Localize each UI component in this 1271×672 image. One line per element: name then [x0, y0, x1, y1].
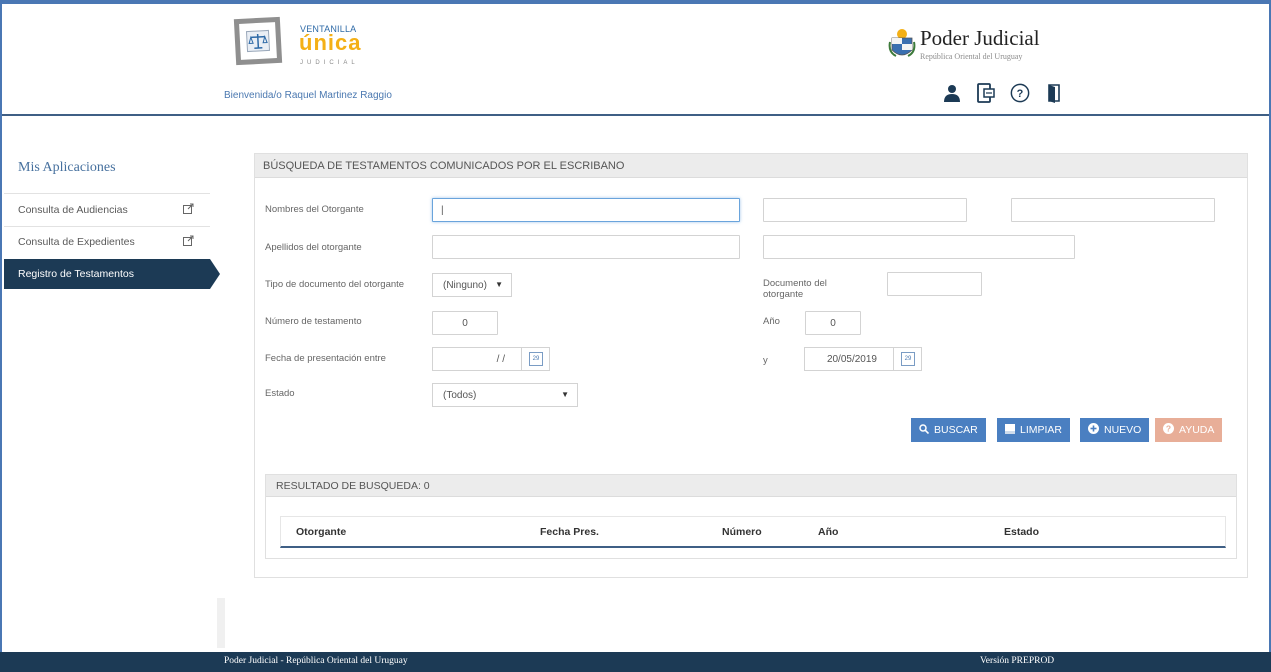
footer: Poder Judicial - República Oriental del …: [0, 652, 1271, 672]
footer-left-text: Poder Judicial - República Oriental del …: [224, 656, 408, 666]
nombres-input-3[interactable]: [1011, 198, 1215, 222]
logo-text-judicial: JUDICIAL: [300, 60, 359, 66]
poder-judicial-title: Poder Judicial: [920, 26, 1040, 50]
apellido-2-input[interactable]: [763, 235, 1075, 259]
external-link-icon: [183, 235, 194, 249]
search-icon: [919, 423, 930, 437]
ayuda-button[interactable]: ? AYUDA: [1155, 418, 1223, 442]
chevron-down-icon: ▼: [495, 280, 503, 289]
apellidos-label: Apellidos del otorgante: [265, 242, 362, 253]
documento-input[interactable]: [887, 272, 982, 296]
chevron-down-icon: ▼: [561, 390, 569, 399]
limpiar-label: LIMPIAR: [1020, 424, 1063, 436]
sidebar-divider: [4, 193, 210, 194]
header-icons: ?: [942, 82, 1064, 104]
column-header-fecha[interactable]: Fecha Pres.: [540, 526, 599, 538]
welcome-text: Bienvenida/o Raquel Martinez Raggio: [224, 90, 392, 101]
sidebar-title: Mis Aplicaciones: [18, 160, 116, 175]
column-header-numero[interactable]: Número: [722, 526, 762, 538]
fecha-hasta-input[interactable]: 20/05/2019 29: [804, 347, 922, 371]
tipo-documento-select[interactable]: (Ninguno) ▼: [432, 273, 512, 297]
numero-testamento-label: Número de testamento: [265, 316, 362, 327]
help-circle-icon: ?: [1163, 423, 1174, 437]
fecha-presentacion-label: Fecha de presentación entre: [265, 353, 386, 364]
fecha-desde-value: / /: [496, 353, 505, 365]
column-header-anio[interactable]: Año: [818, 526, 838, 538]
external-link-icon: [183, 203, 194, 217]
documento-label-line2: otorgante: [763, 289, 804, 300]
sidebar-item-label: Consulta de Expedientes: [18, 236, 135, 248]
nombres-label: Nombres del Otorgante: [265, 204, 364, 215]
nuevo-button[interactable]: NUEVO: [1080, 418, 1150, 442]
column-header-otorgante[interactable]: Otorgante: [296, 526, 346, 538]
sidebar-item-registro-testamentos[interactable]: Registro de Testamentos: [4, 259, 220, 289]
user-icon[interactable]: [942, 82, 962, 104]
logout-icon[interactable]: [1044, 82, 1064, 104]
results-title: RESULTADO DE BUSQUEDA: 0: [266, 475, 1236, 497]
y-label: y: [763, 355, 768, 366]
help-icon[interactable]: ?: [1010, 82, 1030, 104]
search-panel-title: BÚSQUEDA DE TESTAMENTOS COMUNICADOS POR …: [255, 154, 1247, 178]
fecha-desde-input[interactable]: / / 29: [432, 347, 550, 371]
search-panel: BÚSQUEDA DE TESTAMENTOS COMUNICADOS POR …: [254, 153, 1248, 578]
sidebar-item-label: Registro de Testamentos: [18, 268, 134, 280]
ayuda-label: AYUDA: [1179, 424, 1215, 436]
nombres-input-2[interactable]: [763, 198, 967, 222]
poder-judicial-subtitle: República Oriental del Uruguay: [920, 52, 1023, 61]
results-table: Otorgante Fecha Pres. Número Año Estado: [280, 516, 1226, 548]
sidebar-item-label: Consulta de Audiencias: [18, 204, 128, 216]
estado-label: Estado: [265, 388, 295, 399]
svg-text:?: ?: [1017, 88, 1024, 100]
apellido-1-input[interactable]: [432, 235, 740, 259]
header: VENTANILLA única JUDICIAL Bienvenida/o R…: [2, 4, 1269, 116]
estado-value: (Todos): [443, 389, 477, 401]
fecha-hasta-value: 20/05/2019: [826, 353, 877, 365]
sidebar-strip: [217, 598, 225, 648]
calendar-button[interactable]: 29: [521, 347, 549, 371]
buscar-label: BUSCAR: [934, 424, 978, 436]
buscar-button[interactable]: BUSCAR: [911, 418, 986, 442]
results-panel: RESULTADO DE BUSQUEDA: 0 Otorgante Fecha…: [265, 474, 1237, 559]
documento-label-line1: Documento del: [763, 278, 827, 289]
numero-testamento-input[interactable]: [432, 311, 498, 335]
poder-judicial-seal-icon: [888, 28, 916, 60]
sidebar-item-consulta-expedientes[interactable]: Consulta de Expedientes: [4, 227, 210, 257]
mobile-icon[interactable]: [976, 82, 996, 104]
documento-label: Documento del otorgante: [763, 278, 827, 300]
column-header-estado[interactable]: Estado: [1004, 526, 1039, 538]
plus-circle-icon: [1088, 423, 1099, 437]
nuevo-label: NUEVO: [1104, 424, 1142, 436]
calendar-icon: 29: [901, 352, 915, 366]
anio-label: Año: [763, 316, 780, 327]
estado-select[interactable]: (Todos) ▼: [432, 383, 578, 407]
ventanilla-logo-icon: [233, 16, 283, 66]
logo-text-unica: única: [299, 30, 362, 55]
nombres-input-1[interactable]: [432, 198, 740, 222]
limpiar-button[interactable]: LIMPIAR: [997, 418, 1071, 442]
sidebar-item-consulta-audiencias[interactable]: Consulta de Audiencias: [4, 195, 210, 225]
anio-input[interactable]: [805, 311, 861, 335]
footer-version: Versión PREPROD: [980, 656, 1055, 666]
svg-text:?: ?: [1166, 424, 1171, 434]
eraser-icon: [1005, 423, 1015, 437]
calendar-icon: 29: [529, 352, 543, 366]
calendar-button[interactable]: 29: [893, 347, 921, 371]
tipo-documento-label: Tipo de documento del otorgante: [265, 279, 405, 290]
tipo-documento-value: (Ninguno): [443, 279, 487, 291]
